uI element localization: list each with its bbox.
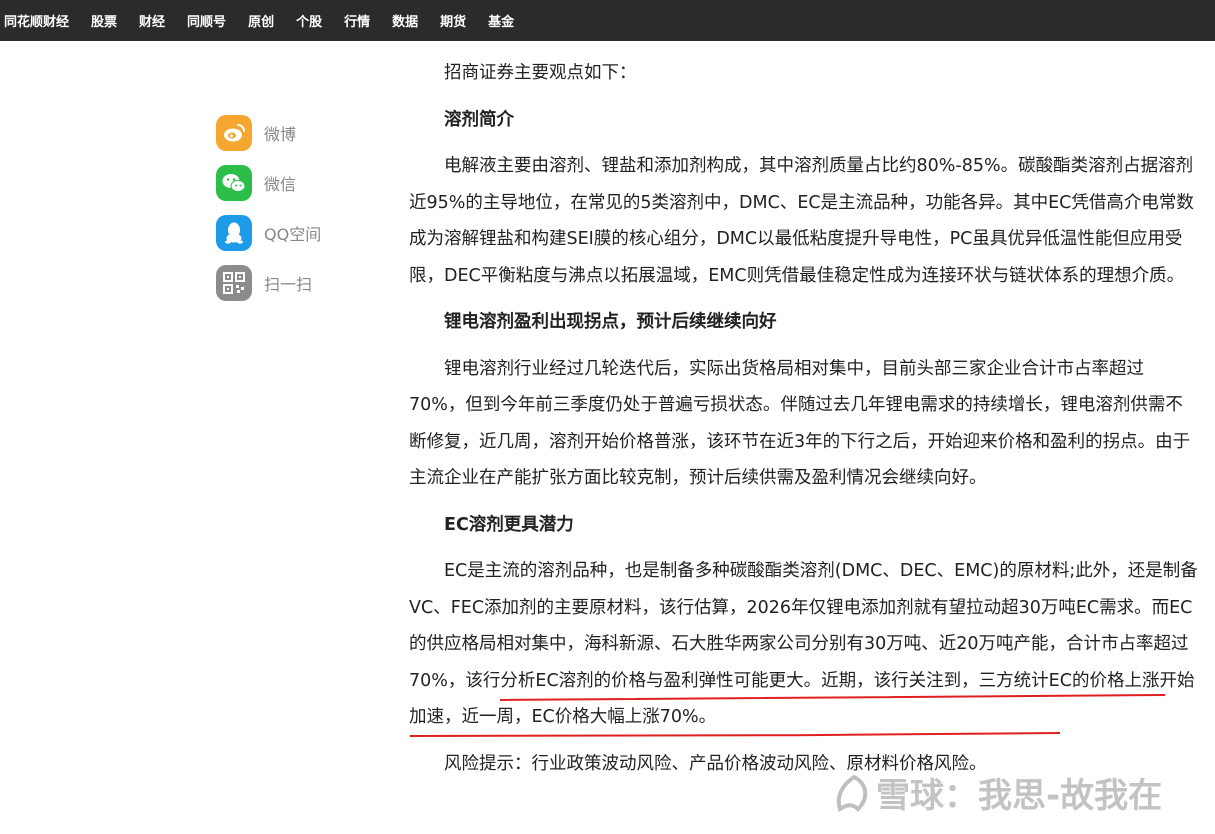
watermark-text: 雪球：我思-故我在 bbox=[876, 776, 1163, 816]
nav-item-home[interactable]: 同花顺财经 bbox=[4, 11, 69, 30]
paragraph-profit-turning-point: 锂电溶剂行业经过几轮迭代后，实际出货格局相对集中，目前头部三家企业合计市占率超过… bbox=[409, 358, 1191, 489]
article-body: 招商证券主要观点如下： 溶剂简介 电解液主要由溶剂、锂盐和添加剂构成，其中溶剂质… bbox=[409, 55, 1199, 782]
share-qzone-label: QQ空间 bbox=[264, 225, 322, 244]
article-intro: 招商证券主要观点如下： bbox=[444, 63, 637, 83]
share-wechat-button[interactable]: 微信 bbox=[216, 165, 321, 201]
share-qzone-button[interactable]: QQ空间 bbox=[216, 215, 321, 251]
share-wechat-label: 微信 bbox=[264, 175, 297, 194]
share-weibo-button[interactable]: 微博 bbox=[216, 115, 321, 151]
snowball-watermark: 雪球：我思-故我在 bbox=[832, 768, 1162, 817]
wechat-icon bbox=[216, 165, 252, 201]
section-heading-solvent-intro: 溶剂简介 bbox=[444, 109, 514, 130]
qrcode-icon bbox=[216, 265, 252, 301]
section-heading-ec-potential: EC溶剂更具潜力 bbox=[444, 514, 574, 535]
paragraph-solvent-intro: 电解液主要由溶剂、锂盐和添加剂构成，其中溶剂质量占比约80%-85%。碳酸酯类溶… bbox=[409, 156, 1194, 286]
share-scan-button[interactable]: 扫一扫 bbox=[216, 265, 321, 301]
nav-item-finance[interactable]: 财经 bbox=[139, 11, 165, 30]
paragraph-ec-potential: EC是主流的溶剂品种，也是制备多种碳酸酯类溶剂(DMC、DEC、EMC)的原材料… bbox=[409, 553, 1199, 736]
nav-item-market[interactable]: 行情 bbox=[344, 11, 370, 30]
nav-item-data[interactable]: 数据 bbox=[392, 11, 418, 30]
weibo-icon bbox=[216, 115, 252, 151]
nav-item-original[interactable]: 原创 bbox=[248, 11, 274, 30]
section-heading-profit-turning-point: 锂电溶剂盈利出现拐点，预计后续继续向好 bbox=[444, 312, 777, 332]
ec-text-part-1: EC是主流的溶剂品种，也是制备多种碳酸酯类溶剂(DMC、DEC、EMC)的原材料… bbox=[409, 561, 1198, 618]
share-scan-label: 扫一扫 bbox=[264, 275, 313, 294]
share-sidebar: 微博 微信 QQ空间 扫一扫 bbox=[216, 115, 321, 315]
nav-item-futures[interactable]: 期货 bbox=[440, 11, 466, 30]
nav-item-individual-stock[interactable]: 个股 bbox=[296, 11, 322, 30]
nav-item-tonghuashun-account[interactable]: 同顺号 bbox=[187, 11, 226, 30]
qq-icon bbox=[216, 215, 252, 251]
snowball-logo-icon bbox=[836, 774, 868, 812]
nav-item-funds[interactable]: 基金 bbox=[488, 11, 514, 30]
top-navigation-bar: 同花顺财经 股票 财经 同顺号 原创 个股 行情 数据 期货 基金 bbox=[0, 0, 1215, 41]
share-weibo-label: 微博 bbox=[264, 125, 297, 144]
nav-item-stocks[interactable]: 股票 bbox=[91, 11, 117, 30]
